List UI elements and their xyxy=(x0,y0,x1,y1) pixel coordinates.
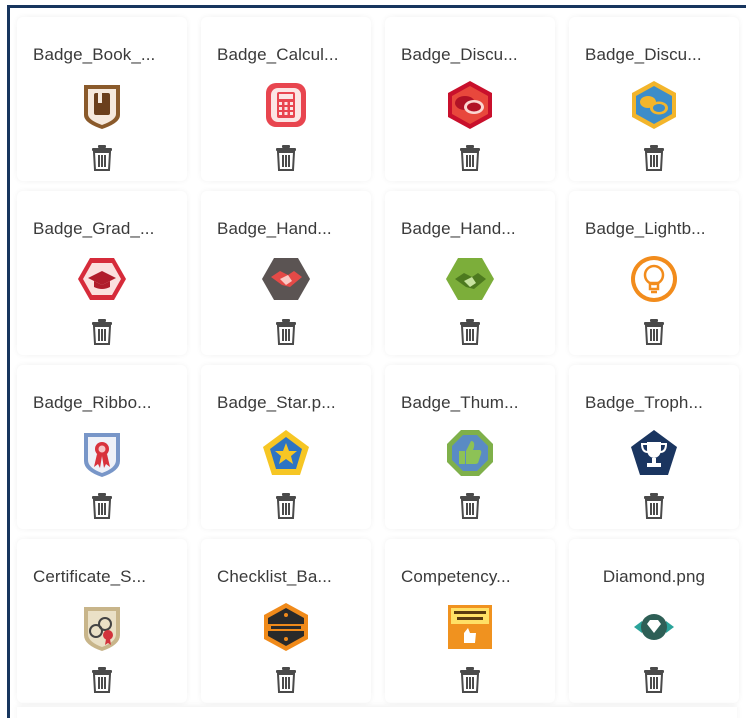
trash-icon[interactable] xyxy=(275,145,297,171)
diamond-badge-icon xyxy=(628,601,680,653)
trash-icon[interactable] xyxy=(91,319,113,345)
lightbulb-badge-icon xyxy=(628,253,680,305)
trash-icon[interactable] xyxy=(643,145,665,171)
thumbs-up-badge-icon xyxy=(444,427,496,479)
badge-filename: Badge_Lightb... xyxy=(585,219,706,238)
badge-card[interactable]: Badge_Hand... xyxy=(201,191,371,355)
badge-card[interactable]: Badge_Discu... xyxy=(385,17,555,181)
badge-card[interactable]: Badge_Troph... xyxy=(569,365,739,529)
badge-filename: Badge_Book_... xyxy=(33,45,156,64)
badge-filename: Badge_Ribbo... xyxy=(33,393,152,412)
badge-card[interactable]: Badge_Discu... xyxy=(569,17,739,181)
trash-icon[interactable] xyxy=(459,493,481,519)
badge-filename: Badge_Hand... xyxy=(217,219,332,238)
trash-icon[interactable] xyxy=(275,319,297,345)
badge-filename: Competency... xyxy=(401,567,511,586)
badge-filename: Badge_Discu... xyxy=(401,45,518,64)
badge-library-panel: Badge_Book_... Badge_Calcul... Badge_Dis… xyxy=(7,5,746,718)
badge-card[interactable]: Badge_Grad_... xyxy=(17,191,187,355)
badge-card[interactable]: Badge_Ribbo... xyxy=(17,365,187,529)
trash-icon[interactable] xyxy=(275,493,297,519)
badge-card[interactable]: Badge_Hand... xyxy=(385,191,555,355)
badge-card[interactable]: Badge_Book_... xyxy=(17,17,187,181)
handshake-green-badge-icon xyxy=(444,253,496,305)
badge-card[interactable]: Diamond.png xyxy=(569,539,739,703)
badge-card[interactable]: Badge_Calcul... xyxy=(201,17,371,181)
badge-card[interactable]: Competency... xyxy=(385,539,555,703)
trash-icon[interactable] xyxy=(459,319,481,345)
badge-filename: Badge_Troph... xyxy=(585,393,703,412)
calculator-badge-icon xyxy=(260,79,312,131)
next-row-cards xyxy=(17,707,737,718)
checklist-badge-icon xyxy=(260,601,312,653)
handshake-badge-icon xyxy=(260,253,312,305)
trash-icon[interactable] xyxy=(275,667,297,693)
badge-filename: Badge_Discu... xyxy=(585,45,702,64)
badge-card[interactable]: Badge_Thum... xyxy=(385,365,555,529)
badge-card[interactable]: Checklist_Ba... xyxy=(201,539,371,703)
badge-filename: Badge_Thum... xyxy=(401,393,519,412)
badge-card[interactable]: Certificate_S... xyxy=(17,539,187,703)
trash-icon[interactable] xyxy=(643,667,665,693)
trash-icon[interactable] xyxy=(459,145,481,171)
ribbon-badge-icon xyxy=(76,427,128,479)
badge-filename: Badge_Grad_... xyxy=(33,219,155,238)
discussion-blue-badge-icon xyxy=(628,79,680,131)
badge-filename: Badge_Star.p... xyxy=(217,393,336,412)
badge-filename: Certificate_S... xyxy=(33,567,147,586)
trash-icon[interactable] xyxy=(459,667,481,693)
badge-filename: Badge_Hand... xyxy=(401,219,516,238)
trash-icon[interactable] xyxy=(91,145,113,171)
certificate-badge-icon xyxy=(76,601,128,653)
star-badge-icon xyxy=(260,427,312,479)
trophy-badge-icon xyxy=(628,427,680,479)
trash-icon[interactable] xyxy=(91,667,113,693)
book-badge-icon xyxy=(76,79,128,131)
trash-icon[interactable] xyxy=(643,493,665,519)
graduation-cap-badge-icon xyxy=(76,253,128,305)
trash-icon[interactable] xyxy=(91,493,113,519)
badge-filename: Diamond.png xyxy=(602,567,706,586)
discussion-badge-icon xyxy=(444,79,496,131)
badge-card[interactable]: Badge_Star.p... xyxy=(201,365,371,529)
competency-badge-icon xyxy=(444,601,496,653)
badge-filename: Badge_Calcul... xyxy=(217,45,339,64)
trash-icon[interactable] xyxy=(643,319,665,345)
badge-card[interactable]: Badge_Lightb... xyxy=(569,191,739,355)
badge-filename: Checklist_Ba... xyxy=(217,567,332,586)
